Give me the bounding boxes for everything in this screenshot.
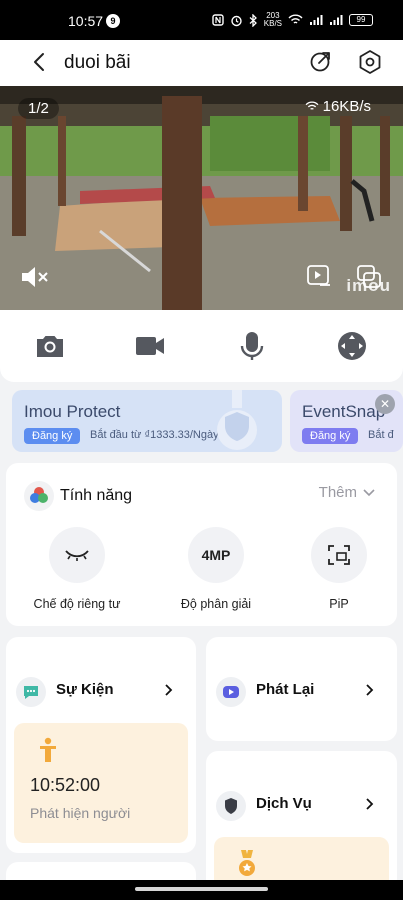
settings-icon[interactable] xyxy=(357,49,383,75)
person-icon xyxy=(40,737,56,762)
notification-count-badge: 9 xyxy=(106,14,120,28)
playback-title: Phát Lại xyxy=(256,681,315,698)
promo-subtitle: Bắt đ xyxy=(368,429,394,441)
playback-card[interactable]: Phát Lại xyxy=(206,637,397,741)
status-icons: 203 KB/S 99 xyxy=(212,12,373,28)
chevron-right-icon xyxy=(366,684,374,696)
features-more-button[interactable]: Thêm xyxy=(319,484,375,501)
mute-icon[interactable] xyxy=(20,264,50,290)
eye-closed-icon xyxy=(49,527,105,583)
status-time: 10:57 xyxy=(68,13,104,29)
device-title: duoi bãi xyxy=(64,52,131,73)
ptz-direction-icon[interactable] xyxy=(336,330,368,362)
feature-label: Chế độ riêng tư xyxy=(33,597,121,611)
nfc-icon xyxy=(212,14,224,26)
resolution-icon: 4MP xyxy=(188,527,244,583)
battery-indicator: 99 xyxy=(349,14,373,26)
promo-imou-protect[interactable]: Imou Protect Đăng ký Bắt đầu từ ₫1333.33… xyxy=(12,390,282,452)
alarm-icon xyxy=(231,15,242,26)
wifi-icon xyxy=(288,14,303,24)
camera-page-indicator: 1/2 xyxy=(18,98,59,119)
status-bar: 10:57 9 203 KB/S 99 xyxy=(0,0,403,40)
network-speed: 203 KB/S xyxy=(263,11,282,28)
features-icon xyxy=(24,481,54,511)
promo-title: Imou Protect xyxy=(24,402,121,421)
camera-icon[interactable] xyxy=(34,330,66,362)
events-card[interactable]: Sự Kiện 10:52:00 Phát hiện người xyxy=(6,637,196,853)
video-record-icon[interactable] xyxy=(134,330,166,362)
bluetooth-icon xyxy=(249,13,257,27)
signal-2-icon xyxy=(330,15,343,25)
playback-toggle-icon[interactable] xyxy=(306,264,332,288)
chevron-right-icon xyxy=(366,798,374,810)
shield-lock-icon xyxy=(217,390,257,450)
medal-icon xyxy=(239,850,255,876)
promo-close-button[interactable]: ✕ xyxy=(375,394,395,414)
chevron-right-icon xyxy=(165,684,173,696)
live-video-view[interactable]: 1/2 16KB/s imou xyxy=(0,86,403,310)
shield-icon xyxy=(216,791,246,821)
camera-scene xyxy=(0,86,403,310)
pip-icon xyxy=(311,527,367,583)
feature-label: Độ phân giải xyxy=(180,597,252,611)
nav-bar: duoi bãi xyxy=(0,40,403,86)
stream-speed: 16KB/s xyxy=(305,98,371,115)
camera-controls xyxy=(0,310,403,382)
home-indicator[interactable] xyxy=(135,887,268,891)
system-navigation-bar xyxy=(0,880,403,900)
feature-resolution[interactable]: 4MP Độ phân giải xyxy=(161,527,271,611)
share-icon[interactable] xyxy=(309,49,333,73)
service-card[interactable]: Dịch Vụ xyxy=(206,751,397,897)
features-title: Tính năng xyxy=(60,487,133,504)
latest-event[interactable]: 10:52:00 Phát hiện người xyxy=(14,723,188,843)
promo-register-button[interactable]: Đăng ký xyxy=(24,428,81,444)
brand-watermark: imou xyxy=(346,276,391,295)
chat-bubble-icon xyxy=(16,677,46,707)
promo-subtitle: Bắt đầu từ ₫1333.33/Ngày xyxy=(90,429,219,441)
back-arrow-icon[interactable] xyxy=(28,50,52,74)
event-type: Phát hiện người xyxy=(30,805,131,821)
chevron-down-icon xyxy=(363,488,375,496)
events-title: Sự Kiện xyxy=(56,681,114,698)
wifi-icon xyxy=(305,101,319,110)
feature-pip[interactable]: PiP xyxy=(284,527,394,611)
features-card: Tính năng Thêm Chế độ riêng tư 4MP Độ ph… xyxy=(6,463,397,626)
feature-label: PiP xyxy=(329,597,349,611)
feature-privacy-mode[interactable]: Chế độ riêng tư xyxy=(22,527,132,611)
service-title: Dịch Vụ xyxy=(256,795,312,812)
promo-register-button[interactable]: Đăng ký xyxy=(302,428,359,444)
signal-icon xyxy=(310,15,323,25)
play-icon xyxy=(216,677,246,707)
promo-title: EventSnap xyxy=(302,402,386,421)
event-time: 10:52:00 xyxy=(30,775,101,795)
microphone-icon[interactable] xyxy=(236,330,268,362)
